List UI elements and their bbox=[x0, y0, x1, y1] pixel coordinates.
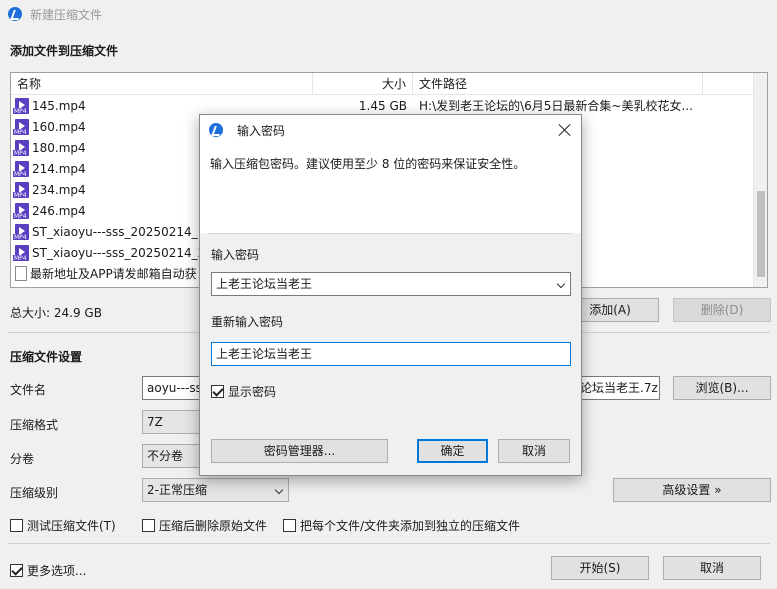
delete-after-checkbox[interactable]: 压缩后删除原始文件 bbox=[142, 517, 267, 534]
chevron-down-icon bbox=[274, 485, 284, 495]
separate-archives-label: 把每个文件/文件夹添加到独立的压缩文件 bbox=[300, 519, 521, 533]
level-label: 压缩级别 bbox=[10, 486, 59, 500]
show-password-checkbox[interactable]: 显示密码 bbox=[211, 383, 276, 400]
file-name: 160.mp4 bbox=[32, 119, 86, 134]
advanced-settings-button[interactable]: 高级设置 » bbox=[613, 478, 771, 502]
separate-archives-checkbox[interactable]: 把每个文件/文件夹添加到独立的压缩文件 bbox=[283, 517, 520, 534]
scrollbar-thumb[interactable] bbox=[757, 191, 765, 277]
delete-after-label: 压缩后删除原始文件 bbox=[159, 519, 268, 533]
file-name: 180.mp4 bbox=[32, 140, 86, 155]
file-name: 最新地址及APP请发邮箱自动获 bbox=[30, 267, 197, 281]
file-path: H:\发到老王论坛的\6月5日最新合集~美乳校花女... bbox=[419, 99, 693, 113]
file-row[interactable]: 145.mp4 1.45 GB H:\发到老王论坛的\6月5日最新合集~美乳校花女.… bbox=[11, 95, 767, 116]
mp4-icon bbox=[13, 181, 29, 198]
password-value: 上老王论坛当老王 bbox=[216, 277, 313, 291]
password-input[interactable]: 上老王论坛当老王 bbox=[211, 272, 571, 296]
mp4-icon bbox=[13, 139, 29, 156]
confirm-password-label: 重新输入密码 bbox=[211, 315, 284, 329]
more-options-label: 更多选项... bbox=[27, 564, 87, 578]
split-label: 分卷 bbox=[10, 452, 35, 466]
file-name: 234.mp4 bbox=[32, 182, 86, 197]
level-select[interactable]: 2-正常压缩 bbox=[142, 478, 289, 502]
file-size: 1.45 GB bbox=[358, 98, 407, 113]
file-name: ST_xiaoyu---sss_20250214_18 bbox=[32, 224, 213, 239]
app-logo-icon bbox=[8, 7, 22, 21]
file-name: ST_xiaoyu---sss_20250214_23 bbox=[32, 245, 213, 260]
file-name-cell: 145.mp4 bbox=[11, 97, 313, 114]
password-label: 输入密码 bbox=[211, 248, 260, 262]
mp4-icon bbox=[13, 202, 29, 219]
filename-input-right[interactable]: 论坛当老王.7z bbox=[578, 376, 660, 400]
checkbox-box[interactable] bbox=[142, 519, 155, 532]
split-select-value: 不分卷 bbox=[147, 449, 184, 463]
password-dialog: 输入密码 输入压缩包密码。建议使用至少 8 位的密码来保证安全性。 输入密码 上… bbox=[199, 114, 582, 476]
mp4-icon bbox=[13, 223, 29, 240]
checkbox-box[interactable] bbox=[283, 519, 296, 532]
column-header-size[interactable]: 大小 bbox=[313, 73, 413, 95]
dialog-title: 输入密码 bbox=[237, 123, 286, 138]
files-section-heading: 添加文件到压缩文件 bbox=[10, 44, 119, 58]
app-logo-icon bbox=[209, 123, 223, 137]
format-select[interactable]: 7Z bbox=[142, 410, 202, 434]
delete-button[interactable]: 删除(D) bbox=[673, 298, 771, 322]
test-archive-label: 测试压缩文件(T) bbox=[27, 519, 116, 533]
divider bbox=[8, 543, 770, 544]
cancel-button[interactable]: 取消 bbox=[663, 556, 761, 580]
browse-button[interactable]: 浏览(B)... bbox=[673, 376, 771, 400]
level-select-value: 2-正常压缩 bbox=[147, 483, 207, 497]
window-titlebar: 新建压缩文件 bbox=[0, 0, 777, 28]
dialog-cancel-button[interactable]: 取消 bbox=[498, 439, 570, 463]
ok-button[interactable]: 确定 bbox=[417, 439, 488, 463]
show-password-label: 显示密码 bbox=[228, 385, 277, 399]
file-name: 145.mp4 bbox=[32, 98, 86, 113]
close-icon[interactable] bbox=[557, 122, 573, 138]
column-header-name[interactable]: 名称 bbox=[11, 73, 313, 95]
test-archive-checkbox[interactable]: 测试压缩文件(T) bbox=[10, 517, 116, 534]
mp4-icon bbox=[13, 160, 29, 177]
checkbox-box-checked[interactable] bbox=[10, 564, 23, 577]
mp4-icon bbox=[13, 244, 29, 261]
file-name: 246.mp4 bbox=[32, 203, 86, 218]
format-select-value: 7Z bbox=[147, 415, 163, 429]
start-button[interactable]: 开始(S) bbox=[551, 556, 649, 580]
checkbox-box[interactable] bbox=[10, 519, 23, 532]
mp4-icon bbox=[13, 97, 29, 114]
file-list-header: 名称 大小 文件路径 bbox=[11, 73, 767, 95]
total-size: 总大小: 24.9 GB bbox=[10, 306, 102, 320]
file-list-scrollbar[interactable] bbox=[753, 73, 767, 287]
dialog-description: 输入压缩包密码。建议使用至少 8 位的密码来保证安全性。 bbox=[210, 157, 526, 171]
column-header-path[interactable]: 文件路径 bbox=[413, 73, 703, 95]
mp4-icon bbox=[13, 118, 29, 135]
filename-label: 文件名 bbox=[10, 383, 47, 397]
chevron-down-icon[interactable] bbox=[556, 279, 566, 289]
more-options-checkbox[interactable]: 更多选项... bbox=[10, 562, 86, 579]
file-name: 214.mp4 bbox=[32, 161, 86, 176]
divider bbox=[208, 233, 572, 234]
filename-input-left[interactable]: aoyu---sss bbox=[142, 376, 202, 400]
split-select[interactable]: 不分卷 bbox=[142, 444, 202, 468]
window-title: 新建压缩文件 bbox=[30, 7, 103, 22]
text-file-icon bbox=[15, 266, 27, 281]
checkbox-box-checked[interactable] bbox=[211, 385, 224, 398]
settings-section-heading: 压缩文件设置 bbox=[10, 350, 83, 364]
password-manager-button[interactable]: 密码管理器... bbox=[211, 439, 388, 463]
confirm-password-input[interactable]: 上老王论坛当老王 bbox=[211, 342, 571, 366]
format-label: 压缩格式 bbox=[10, 418, 59, 432]
dialog-titlebar: 输入密码 bbox=[200, 115, 581, 145]
